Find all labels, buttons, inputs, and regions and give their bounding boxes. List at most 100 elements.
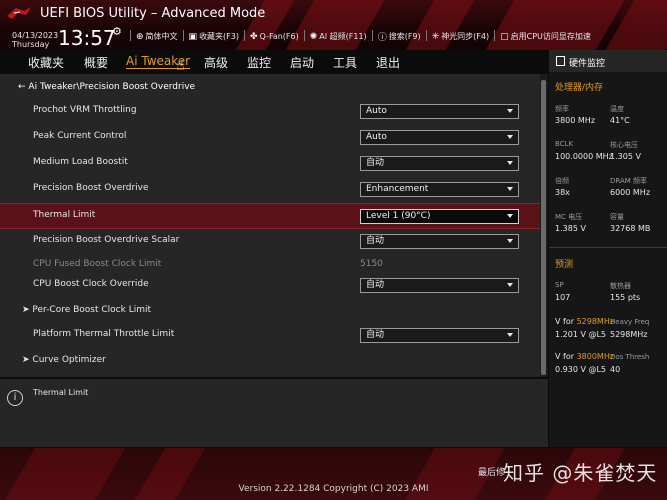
app-title: UEFI BIOS Utility – Advanced Mode [40, 6, 266, 21]
menu-advanced[interactable]: 高级 [204, 54, 228, 71]
chevron-right-icon: ➤ [22, 305, 33, 315]
clock-settings-icon[interactable]: ⚙ [112, 25, 122, 38]
metric-label: SP [555, 281, 564, 289]
setting-label: Prochot VRM Throttling [33, 105, 137, 115]
setting-row-prochot-vrm[interactable]: Prochot VRM Throttling Auto [0, 99, 540, 125]
mouse-pointer-icon: ☝ [176, 58, 185, 74]
submenu-per-core-boost[interactable]: ➤ Per-Core Boost Clock Limit [0, 299, 540, 325]
submenu-label: ➤ Per-Core Boost Clock Limit [22, 305, 151, 315]
metric-label: MC 电压 [555, 213, 583, 221]
aura-sync-label: 神光同步(F4) [441, 32, 490, 41]
clock-display: 13:57 [58, 26, 116, 50]
metric-label: 倍频 [555, 177, 569, 185]
setting-label: CPU Fused Boost Clock Limit [33, 259, 162, 269]
setting-row-peak-current[interactable]: Peak Current Control Auto [0, 125, 540, 151]
setting-row-platform-thermal[interactable]: Platform Thermal Throttle Limit 自动 [0, 323, 540, 349]
toolbar-separator [425, 30, 427, 41]
setting-label: Precision Boost Overdrive Scalar [33, 235, 180, 245]
dropdown-value: 自动 [366, 280, 385, 290]
language-button[interactable]: ⊕ 简体中文 [136, 30, 178, 43]
toolbar-separator [244, 30, 245, 41]
submenu-text: Per-Core Boost Clock Limit [32, 305, 152, 315]
thermal-limit-dropdown[interactable]: Level 1 (90°C) [360, 209, 519, 224]
setting-label: Peak Current Control [33, 131, 127, 141]
setting-row-pbo-scalar[interactable]: Precision Boost Overdrive Scalar 自动 [0, 229, 540, 255]
section-divider [549, 247, 667, 248]
metric-label: 频率 [555, 105, 569, 113]
aura-sync-button[interactable]: ✳ 神光同步(F4) [432, 30, 489, 43]
setting-label: Precision Boost Overdrive [33, 183, 149, 193]
date-display: 04/13/2023 [12, 31, 59, 40]
sync-icon: ✳ [431, 31, 440, 42]
help-panel: i Thermal Limit [0, 379, 548, 447]
platform-thermal-dropdown[interactable]: 自动 [360, 328, 519, 343]
submenu-label: ➤ Curve Optimizer [22, 355, 106, 365]
dropdown-value: Level 1 (90°C) [366, 211, 431, 221]
hardware-monitor-panel: 硬件监控 处理器/内存 频率 温度 3800 MHz 41°C BCLK 核心电… [549, 50, 667, 447]
toolbar-separator [303, 30, 305, 41]
core-voltage-value: 1.305 V [610, 152, 641, 161]
setting-row-pbo[interactable]: Precision Boost Overdrive Enhancement [0, 177, 540, 203]
search-button[interactable]: ⓘ 搜索(F9) [378, 30, 421, 43]
ai-icon: ✺ [309, 31, 318, 42]
dram-frequency-value: 6000 MHz [610, 188, 651, 197]
prochot-vrm-dropdown[interactable]: Auto [360, 104, 519, 119]
cooler-value: 155 pts [610, 293, 641, 302]
globe-icon: ⊕ [136, 31, 144, 42]
help-icon: ⓘ [377, 33, 387, 43]
setting-row-boost-clock-override[interactable]: CPU Boost Clock Override 自动 [0, 273, 540, 299]
pbo-scalar-dropdown[interactable]: 自动 [360, 234, 519, 249]
ai-overclock-button[interactable]: ✺ AI 超频(F11) [310, 30, 367, 43]
metric-label: V for 3800MHz [555, 352, 614, 361]
favorites-label: 收藏夹(F3) [199, 32, 239, 41]
back-arrow-icon[interactable]: ← [18, 82, 26, 92]
memory-capacity-value: 32768 MB [610, 224, 651, 233]
setting-label: Thermal Limit [33, 210, 96, 220]
menu-tool[interactable]: 工具 [333, 54, 357, 71]
info-icon: i [7, 390, 23, 406]
pbo-dropdown[interactable]: Enhancement [360, 182, 519, 197]
medium-load-dropdown[interactable]: 自动 [360, 156, 519, 171]
resizable-bar-button[interactable]: ▢ 启用CPU访问显存加速 [500, 30, 591, 43]
breadcrumb[interactable]: ← Ai Tweaker\Precision Boost Overdrive [18, 82, 195, 92]
scrollbar-thumb[interactable] [541, 80, 546, 375]
boost-clock-override-dropdown[interactable]: 自动 [360, 278, 519, 293]
hardware-monitor-header: 硬件监控 [549, 50, 667, 72]
toolbar-separator [182, 30, 184, 41]
setting-row-medium-load[interactable]: Medium Load Boostit 自动 [0, 151, 540, 177]
peak-current-dropdown[interactable]: Auto [360, 130, 519, 145]
menu-summary[interactable]: 概要 [84, 54, 108, 71]
metric-label: DRAM 频率 [610, 177, 648, 185]
heavy-frequency-value: 5298MHz [610, 330, 648, 339]
sp-value: 107 [555, 293, 571, 302]
last-modified-button[interactable]: 最后修 [478, 465, 505, 478]
menu-boot[interactable]: 启动 [290, 54, 314, 71]
lock-icon: ▢ [500, 31, 509, 42]
menu-monitor[interactable]: 监控 [247, 54, 271, 71]
menu-exit[interactable]: 退出 [376, 54, 400, 71]
dropdown-value: 自动 [366, 330, 385, 340]
setting-row-thermal-limit[interactable]: Thermal Limit Level 1 (90°C) [0, 203, 540, 229]
section-prediction: 预测 [555, 260, 574, 270]
metric-label-frequency: 5298MHz [576, 317, 615, 326]
language-label: 简体中文 [145, 32, 178, 41]
header-bar: UEFI BIOS Utility – Advanced Mode 04/13/… [0, 0, 667, 50]
dropdown-value: Enhancement [366, 184, 429, 194]
metric-label-frequency: 3800MHz [576, 352, 615, 361]
header-toolbar: ⊕ 简体中文 ▣ 收藏夹(F3) ✤ Q-Fan(F6) ✺ AI 超频(F11… [130, 30, 591, 43]
favorites-button[interactable]: ▣ 收藏夹(F3) [189, 30, 239, 43]
menu-favorites[interactable]: 收藏夹 [28, 54, 64, 71]
voltage-light-value: 0.930 V @L5 [555, 365, 607, 374]
metric-label-prefix: V for [555, 317, 577, 326]
qfan-label: Q-Fan(F6) [259, 32, 299, 41]
metric-label-prefix: V for [555, 352, 577, 361]
dropdown-value: 自动 [366, 158, 385, 168]
favorites-icon: ▣ [188, 31, 198, 42]
caret-down-icon [507, 161, 513, 165]
metric-label: Dos Thresh [610, 353, 650, 361]
settings-panel: ← Ai Tweaker\Precision Boost Overdrive P… [0, 74, 548, 377]
qfan-button[interactable]: ✤ Q-Fan(F6) [250, 30, 299, 43]
rog-logo-icon [7, 7, 31, 19]
ai-overclock-label: AI 超频(F11) [319, 32, 367, 41]
submenu-curve-optimizer[interactable]: ➤ Curve Optimizer [0, 349, 540, 375]
